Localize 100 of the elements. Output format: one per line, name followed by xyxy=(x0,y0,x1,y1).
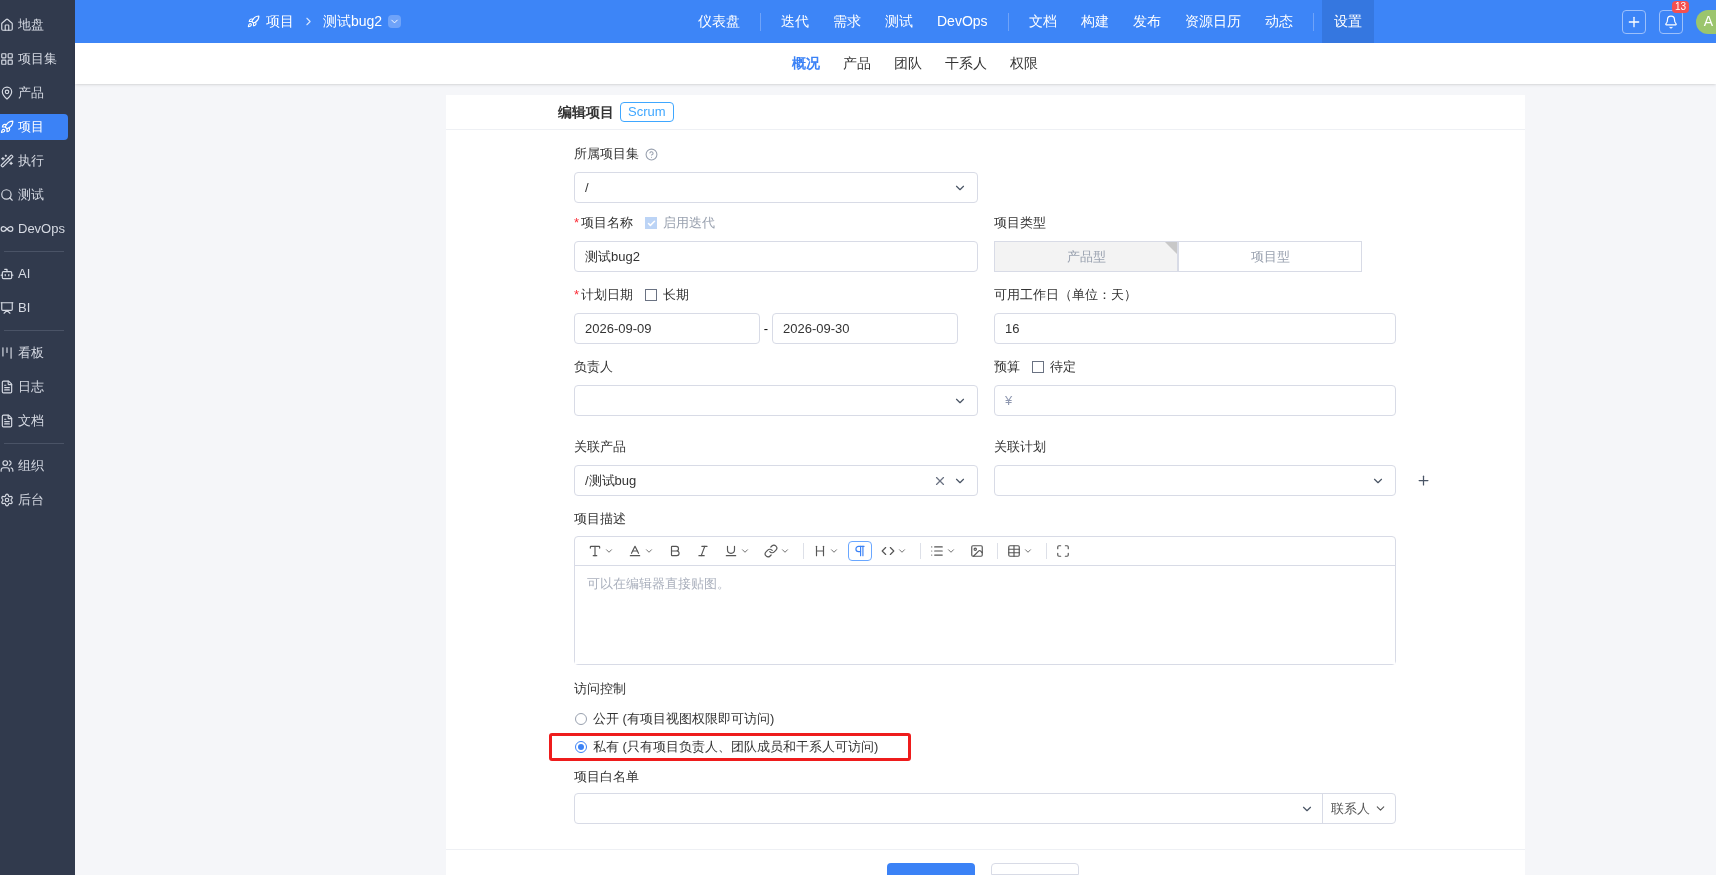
select-value: / xyxy=(585,179,589,195)
sub-nav-tab[interactable]: 权限 xyxy=(1000,53,1048,74)
list-icon xyxy=(930,544,944,558)
paragraph-tool-button[interactable] xyxy=(848,541,872,561)
field-label: 访问控制 xyxy=(574,680,626,699)
product-select[interactable]: /测试bug xyxy=(574,465,978,496)
sidebar-item[interactable]: 项目 xyxy=(0,114,68,140)
radio-label: 私有 (只有项目负责人、团队成员和干系人可访问) xyxy=(593,738,879,757)
sidebar-item[interactable]: DevOps xyxy=(0,216,68,242)
fullscreen-icon xyxy=(1056,544,1070,558)
board-icon xyxy=(0,346,14,360)
chevron-down-icon xyxy=(740,546,750,556)
checkbox-label: 待定 xyxy=(1050,358,1076,377)
field-label: 关联产品 xyxy=(574,438,626,457)
field-label: 项目描述 xyxy=(574,510,626,529)
breadcrumb-link[interactable]: 项目 xyxy=(266,11,294,32)
sidebar-item[interactable]: 后台 xyxy=(0,487,68,513)
checkbox[interactable] xyxy=(645,289,658,301)
nav-tab[interactable]: 设置 xyxy=(1321,0,1374,43)
date-separator: - xyxy=(762,319,770,338)
location-pin-icon xyxy=(0,86,14,100)
code-icon xyxy=(881,544,895,558)
sub-nav-tab[interactable]: 产品 xyxy=(833,53,881,74)
document-icon xyxy=(0,414,14,428)
field-label: 可用工作日（单位：天） xyxy=(994,286,1137,305)
name-input[interactable]: 测试bug2 xyxy=(574,241,978,272)
start-date-input[interactable]: 2026-09-09 xyxy=(574,313,760,344)
page-title: 编辑项目 xyxy=(558,102,614,122)
nav-tab[interactable]: 动态 xyxy=(1252,0,1305,43)
checkbox-label: 启用迭代 xyxy=(663,214,716,233)
sub-nav-tab[interactable]: 团队 xyxy=(884,53,932,74)
field-label: 预算 xyxy=(994,358,1020,377)
nav-tab[interactable]: 资源日历 xyxy=(1172,0,1253,43)
sidebar-item[interactable]: 项目集 xyxy=(0,46,68,72)
chevron-down-icon xyxy=(604,546,614,556)
chevron-down-icon xyxy=(644,546,654,556)
sidebar-item[interactable]: 产品 xyxy=(0,80,68,106)
nav-tab[interactable]: 文档 xyxy=(1016,0,1069,43)
field-label: 所属项目集 xyxy=(574,145,639,164)
chevron-down-icon xyxy=(780,546,790,556)
field-label: 项目白名单 xyxy=(574,768,639,787)
field-label: 负责人 xyxy=(574,358,613,377)
nav-tab[interactable]: 需求 xyxy=(821,0,873,43)
sidebar-item[interactable]: 执行 xyxy=(0,148,68,174)
nav-tab[interactable]: 迭代 xyxy=(769,0,821,43)
select-value: /测试bug xyxy=(585,472,637,488)
home-icon xyxy=(0,18,14,32)
field-label: 项目类型 xyxy=(994,214,1046,233)
field-label: 关联计划 xyxy=(994,438,1046,457)
checkbox[interactable] xyxy=(1032,361,1044,373)
program-select[interactable]: / xyxy=(574,172,978,203)
document-icon xyxy=(0,380,14,394)
budget-input[interactable]: ¥ xyxy=(994,385,1396,416)
image-icon xyxy=(970,544,984,558)
sidebar-item[interactable]: 看板 xyxy=(0,340,68,366)
required-mark: * xyxy=(574,286,580,305)
mode-badge: Scrum xyxy=(620,102,674,122)
add-icon[interactable] xyxy=(1416,473,1431,488)
grid-icon xyxy=(0,52,14,66)
bell-icon xyxy=(1664,14,1678,29)
sub-nav-tab[interactable]: 概况 xyxy=(782,53,830,74)
chevron-down-icon xyxy=(1023,546,1033,556)
sidebar-item[interactable]: 日志 xyxy=(0,374,68,400)
workdays-input[interactable]: 16 xyxy=(994,313,1396,344)
table-icon xyxy=(1007,544,1021,558)
bold-icon xyxy=(668,544,682,558)
sidebar-item[interactable]: AI xyxy=(0,261,68,287)
sidebar-item[interactable]: 地盘 xyxy=(0,12,68,38)
nav-tab[interactable]: 测试 xyxy=(873,0,925,43)
settings-icon xyxy=(0,493,14,507)
nav-tab[interactable]: 构建 xyxy=(1068,0,1121,43)
end-date-input[interactable]: 2026-09-30 xyxy=(772,313,958,344)
heading-icon xyxy=(813,544,827,558)
font-color-icon xyxy=(628,544,642,558)
nav-tab[interactable]: 发布 xyxy=(1120,0,1173,43)
contact-dropdown[interactable]: 联系人 xyxy=(1322,794,1395,823)
field-label: 项目名称 xyxy=(581,214,634,233)
chevron-down-icon xyxy=(897,546,907,556)
whitelist-select[interactable]: 联系人 xyxy=(574,793,1396,824)
checkbox-label: 长期 xyxy=(663,286,690,305)
dropdown-toggle[interactable] xyxy=(388,15,402,28)
chart-board-icon xyxy=(0,301,14,315)
field-label: 计划日期 xyxy=(581,286,634,305)
sidebar-item[interactable]: BI xyxy=(0,295,68,321)
paragraph-icon xyxy=(853,544,867,558)
sidebar-item[interactable]: 文档 xyxy=(0,408,68,434)
add-button[interactable] xyxy=(1622,9,1646,34)
breadcrumb-current[interactable]: 测试bug2 xyxy=(323,11,383,32)
required-mark: * xyxy=(574,214,580,233)
help-icon[interactable] xyxy=(645,147,658,161)
nav-tab[interactable]: 仪表盘 xyxy=(686,0,752,43)
radio-label: 公开 (有项目视图权限即可访问) xyxy=(593,710,775,729)
sidebar-item[interactable]: 组织 xyxy=(0,453,68,479)
underline-icon xyxy=(724,544,738,558)
nav-tab[interactable]: DevOps xyxy=(925,0,1000,43)
chevron-down-icon xyxy=(946,546,956,556)
wand-icon xyxy=(0,154,14,168)
sub-nav-tab[interactable]: 干系人 xyxy=(935,53,997,74)
font-size-icon xyxy=(588,544,602,558)
sidebar-item[interactable]: 测试 xyxy=(0,182,68,208)
